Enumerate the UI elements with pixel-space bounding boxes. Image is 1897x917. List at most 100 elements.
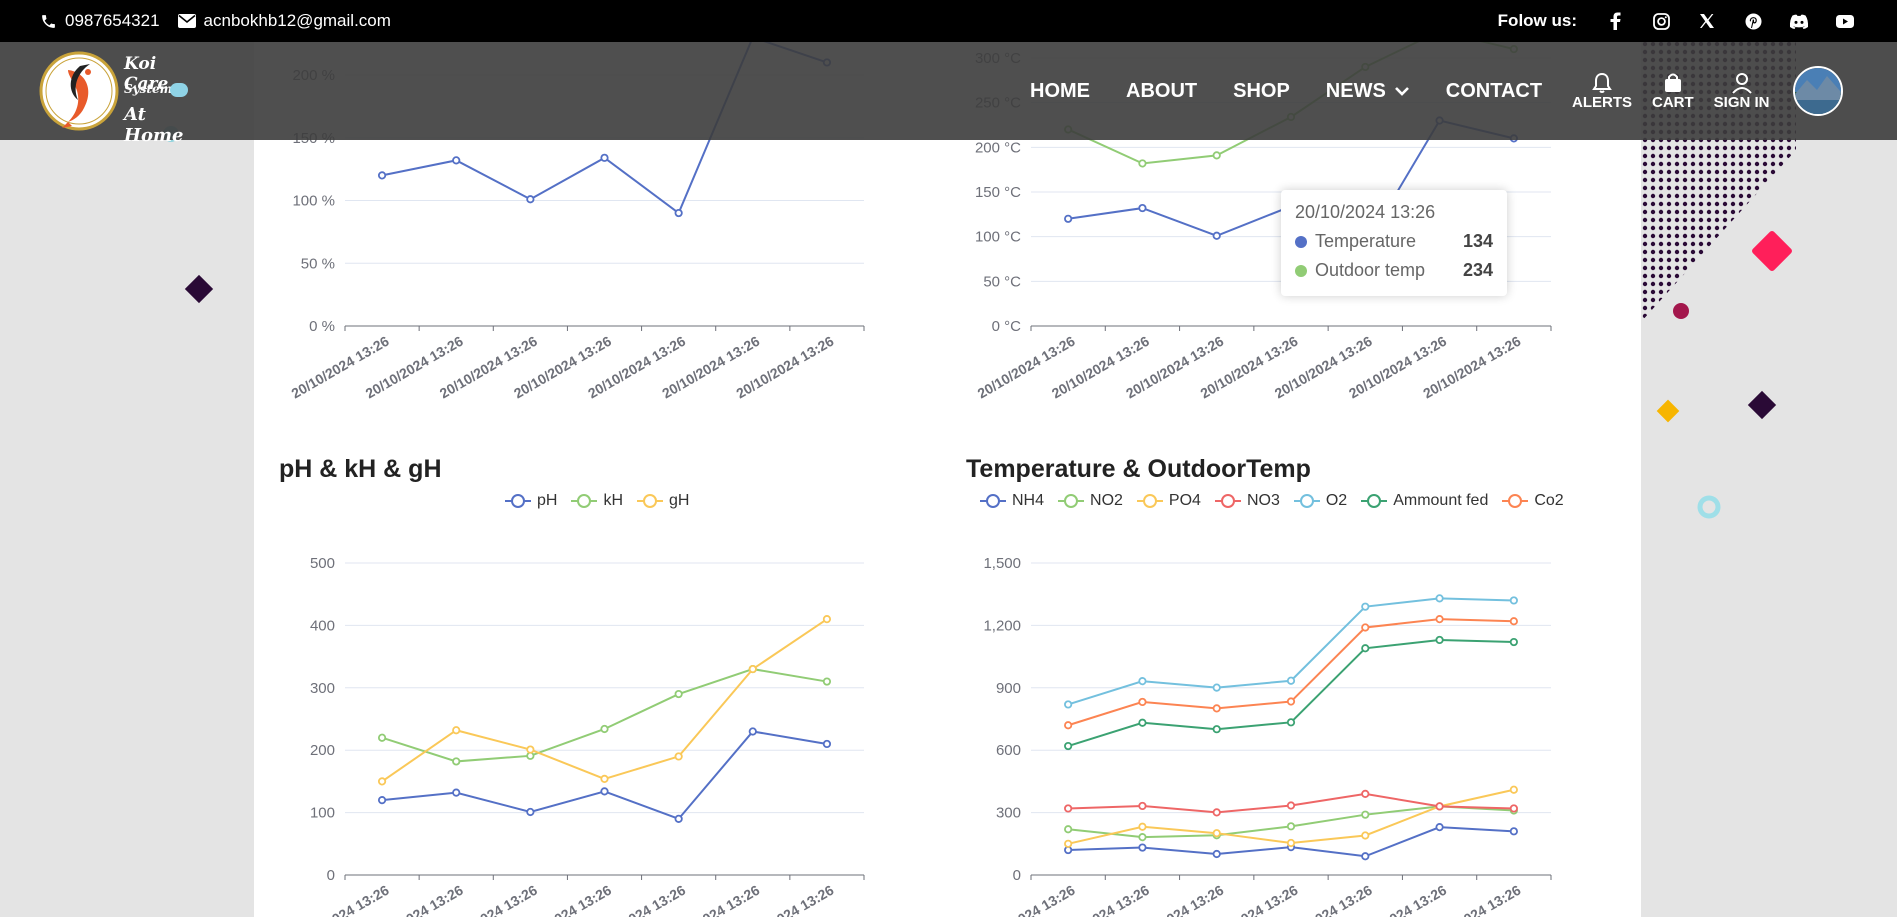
data-point xyxy=(822,739,832,749)
series-line xyxy=(1067,638,1514,747)
data-point xyxy=(1064,700,1073,709)
data-point xyxy=(1286,718,1296,727)
discord-icon[interactable] xyxy=(1787,9,1811,33)
data-point xyxy=(1064,839,1073,848)
phone-contact[interactable]: 0987654321 xyxy=(40,11,160,31)
social-links: Folow us: xyxy=(1498,0,1857,42)
data-point xyxy=(452,156,461,165)
data-point xyxy=(377,777,387,786)
phone-number: 0987654321 xyxy=(65,11,160,30)
data-point xyxy=(452,788,461,797)
logo-line-2: System xyxy=(124,82,173,96)
data-point xyxy=(1212,704,1221,713)
y-tick-label: 900 xyxy=(996,680,1021,697)
y-tick-label: 200 °C xyxy=(975,139,1021,156)
data-point xyxy=(1509,827,1518,836)
series-line xyxy=(381,618,828,783)
site-logo[interactable]: Koi Care System At Home xyxy=(38,48,198,146)
data-point xyxy=(600,724,609,734)
y-tick-label: 0 xyxy=(327,867,335,884)
data-point xyxy=(748,664,757,674)
legend-item[interactable]: NO2 xyxy=(1058,492,1123,510)
data-point xyxy=(674,752,683,761)
series-line xyxy=(381,668,828,763)
legend-item[interactable]: PO4 xyxy=(1136,492,1201,510)
legend-marker-icon xyxy=(1361,494,1388,508)
data-point xyxy=(1064,804,1073,813)
data-point xyxy=(822,615,832,624)
chevron-down-icon xyxy=(1394,87,1409,96)
y-tick-label: 0 xyxy=(1013,867,1021,884)
data-point xyxy=(822,677,832,686)
alerts-label: ALERTS xyxy=(1572,93,1632,111)
data-point xyxy=(600,787,609,796)
nav-shop[interactable]: SHOP xyxy=(1233,80,1290,103)
alerts-button[interactable]: ALERTS xyxy=(1572,72,1632,111)
legend-marker-icon xyxy=(980,494,1006,508)
data-point xyxy=(526,745,535,754)
legend-label: PO4 xyxy=(1168,492,1201,509)
y-tick-label: 1,500 xyxy=(983,555,1021,572)
data-point xyxy=(526,807,535,817)
legend-item[interactable]: gH xyxy=(637,492,689,510)
legend-item[interactable]: pH xyxy=(505,492,557,510)
legend-item[interactable]: NO3 xyxy=(1214,492,1280,510)
data-point xyxy=(1212,808,1221,817)
data-point xyxy=(748,727,757,736)
data-point xyxy=(452,757,461,766)
cart-button[interactable]: CART xyxy=(1652,72,1694,111)
phone-icon xyxy=(42,14,55,28)
data-point xyxy=(1064,741,1073,751)
y-tick-label: 400 xyxy=(310,617,335,634)
data-point xyxy=(1435,802,1444,811)
signin-button[interactable]: SIGN IN xyxy=(1714,72,1770,111)
legend-marker-icon xyxy=(1502,494,1529,508)
legend-label: Co2 xyxy=(1534,492,1564,509)
legend-marker-icon xyxy=(1136,494,1163,508)
data-point xyxy=(377,171,387,180)
data-point xyxy=(1509,804,1518,813)
legend-label: O2 xyxy=(1325,492,1348,509)
data-point xyxy=(1435,635,1444,645)
y-tick-label: 50 % xyxy=(301,255,335,272)
bell-icon xyxy=(1592,72,1612,93)
avatar[interactable] xyxy=(1793,66,1843,116)
data-point xyxy=(1212,683,1221,692)
pinterest-icon[interactable] xyxy=(1741,9,1765,33)
legend-marker-icon xyxy=(1214,494,1241,508)
data-point xyxy=(1064,214,1073,223)
legend-item[interactable]: O2 xyxy=(1293,492,1348,510)
data-point xyxy=(526,195,535,204)
tooltip-series: Temperature xyxy=(1315,231,1417,251)
avatar-image xyxy=(1795,68,1841,114)
nav-home[interactable]: HOME xyxy=(1030,80,1090,103)
legend-marker-icon xyxy=(1058,494,1085,508)
x-icon[interactable] xyxy=(1695,9,1719,33)
top-contact-bar: 0987654321 acnbokhb12@gmail.com Folow us… xyxy=(0,0,1897,42)
y-tick-label: 0 °C xyxy=(992,318,1022,335)
legend-label: NO3 xyxy=(1246,492,1280,509)
cart-label: CART xyxy=(1652,93,1694,111)
legend-item[interactable]: Co2 xyxy=(1502,492,1564,510)
y-tick-label: 200 xyxy=(310,742,335,759)
legend-water: NH4 NO2 PO4 NO3 O2 Ammount fed Co2 xyxy=(980,492,1564,510)
legend-item[interactable]: NH4 xyxy=(980,492,1044,510)
legend-item[interactable]: Ammount fed xyxy=(1361,492,1488,510)
legend-label: Ammount fed xyxy=(1393,492,1489,509)
chart-ph-kh-gh: 010020030040050020/10/2024 13:2620/10/20… xyxy=(289,555,865,917)
data-point xyxy=(1286,676,1296,685)
nav-contact[interactable]: CONTACT xyxy=(1446,80,1542,103)
instagram-icon[interactable] xyxy=(1649,9,1673,33)
data-point xyxy=(1361,852,1370,861)
legend-label: NO2 xyxy=(1090,492,1123,509)
email-contact[interactable]: acnbokhb12@gmail.com xyxy=(177,11,391,31)
series-line xyxy=(1068,805,1514,839)
legend-item[interactable]: kH xyxy=(571,492,623,510)
nav-about[interactable]: ABOUT xyxy=(1126,80,1197,103)
youtube-icon[interactable] xyxy=(1833,9,1857,33)
nav-news[interactable]: NEWS xyxy=(1326,80,1410,103)
facebook-icon[interactable] xyxy=(1603,9,1627,33)
logo-badge xyxy=(170,83,188,97)
data-point xyxy=(1361,623,1370,632)
data-point xyxy=(1212,849,1221,859)
